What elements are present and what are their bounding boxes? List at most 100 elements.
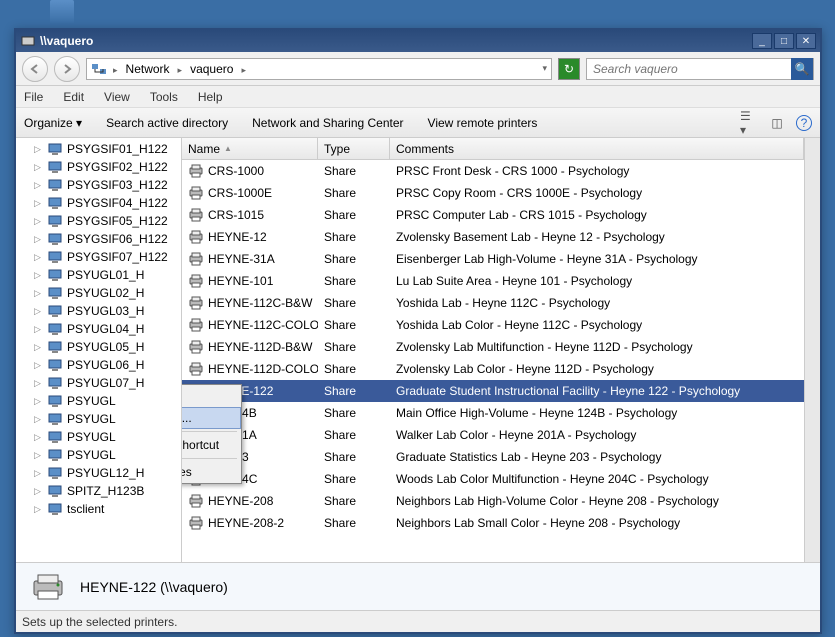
- tree-item[interactable]: ▷PSYUGL04_H: [18, 320, 179, 338]
- tree-item[interactable]: ▷PSYGSIF05_H122: [18, 212, 179, 230]
- menu-edit[interactable]: Edit: [63, 90, 84, 104]
- organize-button[interactable]: Organize ▾: [24, 116, 82, 130]
- search-active-directory-button[interactable]: Search active directory: [106, 116, 228, 130]
- minimize-button[interactable]: _: [752, 33, 772, 49]
- tree-item[interactable]: ▷PSYUGL02_H: [18, 284, 179, 302]
- printer-row[interactable]: NE-203ShareGraduate Statistics Lab - Hey…: [182, 446, 804, 468]
- list-body[interactable]: CRS-1000SharePRSC Front Desk - CRS 1000 …: [182, 160, 804, 562]
- col-header-name[interactable]: Name ▲: [182, 138, 318, 159]
- context-create-shortcut[interactable]: Create shortcut: [182, 434, 241, 456]
- printer-row[interactable]: CRS-1015SharePRSC Computer Lab - CRS 101…: [182, 204, 804, 226]
- row-type: Share: [324, 340, 356, 354]
- row-type: Share: [324, 494, 356, 508]
- tree-item-label: PSYGSIF06_H122: [67, 232, 168, 246]
- refresh-button[interactable]: ↻: [558, 58, 580, 80]
- row-comment: Neighbors Lab Small Color - Heyne 208 - …: [396, 516, 680, 530]
- tree-item[interactable]: ▷tsclient: [18, 500, 179, 518]
- printer-row[interactable]: HEYNE-31AShareEisenberger Lab High-Volum…: [182, 248, 804, 270]
- maximize-button[interactable]: □: [774, 33, 794, 49]
- printer-row[interactable]: HEYNE-101ShareLu Lab Suite Area - Heyne …: [182, 270, 804, 292]
- help-button[interactable]: ?: [796, 115, 812, 131]
- tree-item[interactable]: ▷PSYUGL: [18, 428, 179, 446]
- printer-row[interactable]: HEYNE-112D-COLORShareZvolensky Lab Color…: [182, 358, 804, 380]
- tree-item[interactable]: ▷PSYGSIF06_H122: [18, 230, 179, 248]
- menu-tools[interactable]: Tools: [150, 90, 178, 104]
- search-button[interactable]: 🔍: [791, 58, 813, 80]
- search-input[interactable]: [587, 62, 791, 76]
- printer-row[interactable]: HEYNE-112C-COLORShareYoshida Lab Color -…: [182, 314, 804, 336]
- titlebar[interactable]: \\vaquero _ □ ✕: [16, 30, 820, 52]
- printer-icon: [188, 493, 204, 509]
- printer-row[interactable]: HEYNE-208-2ShareNeighbors Lab Small Colo…: [182, 512, 804, 534]
- menu-file[interactable]: File: [24, 90, 43, 104]
- printer-row[interactable]: NE-201AShareWalker Lab Color - Heyne 201…: [182, 424, 804, 446]
- explorer-window: \\vaquero _ □ ✕ Network vaquero ▾ ↻: [14, 28, 822, 634]
- col-header-type[interactable]: Type: [318, 138, 390, 159]
- crumb-network[interactable]: Network: [124, 62, 172, 76]
- preview-pane-button[interactable]: ◫: [768, 114, 786, 132]
- dropdown-icon[interactable]: ▾: [542, 63, 547, 74]
- crumb-host[interactable]: vaquero: [188, 62, 235, 76]
- printer-row[interactable]: CRS-1000SharePRSC Front Desk - CRS 1000 …: [182, 160, 804, 182]
- computer-icon: [47, 160, 63, 174]
- printer-row[interactable]: HEYNE-208ShareNeighbors Lab High-Volume …: [182, 490, 804, 512]
- printer-row[interactable]: HEYNE-122ShareGraduate Student Instructi…: [182, 380, 804, 402]
- row-comment: Graduate Student Instructional Facility …: [396, 384, 740, 398]
- printer-row[interactable]: HEYNE-112C-B&WShareYoshida Lab - Heyne 1…: [182, 292, 804, 314]
- tree-item[interactable]: ▷PSYUGL05_H: [18, 338, 179, 356]
- nav-tree[interactable]: ▷PSYGSIF01_H122▷PSYGSIF02_H122▷PSYGSIF03…: [16, 138, 182, 562]
- row-name: HEYNE-112D-B&W: [208, 340, 312, 354]
- row-name: HEYNE-12: [208, 230, 267, 244]
- window-title: \\vaquero: [40, 34, 752, 48]
- computer-icon: [47, 286, 63, 300]
- computer-icon: [47, 322, 63, 336]
- search-bar: 🔍: [586, 58, 814, 80]
- computer-icon: [47, 376, 63, 390]
- tree-item-label: PSYGSIF04_H122: [67, 196, 168, 210]
- tree-item[interactable]: ▷PSYUGL: [18, 410, 179, 428]
- printer-row[interactable]: NE-124BShareMain Office High-Volume - He…: [182, 402, 804, 424]
- vertical-scrollbar[interactable]: [804, 138, 820, 562]
- tree-item[interactable]: ▷PSYGSIF07_H122: [18, 248, 179, 266]
- printer-row[interactable]: NE-204CShareWoods Lab Color Multifunctio…: [182, 468, 804, 490]
- view-remote-printers-button[interactable]: View remote printers: [428, 116, 538, 130]
- menu-help[interactable]: Help: [198, 90, 223, 104]
- close-button[interactable]: ✕: [796, 33, 816, 49]
- forward-button[interactable]: [54, 56, 80, 82]
- tree-item-label: PSYUGL06_H: [67, 358, 144, 372]
- printer-row[interactable]: CRS-1000ESharePRSC Copy Room - CRS 1000E…: [182, 182, 804, 204]
- printer-row[interactable]: HEYNE-12ShareZvolensky Basement Lab - He…: [182, 226, 804, 248]
- col-header-comments[interactable]: Comments: [390, 138, 804, 159]
- row-comment: Zvolensky Lab Multifunction - Heyne 112D…: [396, 340, 693, 354]
- row-name: HEYNE-112D-COLOR: [208, 362, 318, 376]
- context-connect[interactable]: Connect...: [182, 407, 241, 429]
- tree-item[interactable]: ▷PSYUGL01_H: [18, 266, 179, 284]
- status-bar: Sets up the selected printers.: [16, 610, 820, 632]
- context-open[interactable]: Open: [182, 385, 241, 407]
- tree-item[interactable]: ▷PSYUGL06_H: [18, 356, 179, 374]
- back-button[interactable]: [22, 56, 48, 82]
- menubar: File Edit View Tools Help: [16, 86, 820, 108]
- row-type: Share: [324, 450, 356, 464]
- tree-item-label: PSYUGL01_H: [67, 268, 144, 282]
- tree-item[interactable]: ▷SPITZ_H123B: [18, 482, 179, 500]
- tree-item[interactable]: ▷PSYGSIF04_H122: [18, 194, 179, 212]
- tree-item[interactable]: ▷PSYUGL07_H: [18, 374, 179, 392]
- computer-icon: [47, 178, 63, 192]
- tree-item[interactable]: ▷PSYGSIF03_H122: [18, 176, 179, 194]
- context-properties[interactable]: Properties: [182, 461, 241, 483]
- address-bar[interactable]: Network vaquero ▾: [86, 58, 552, 80]
- menu-view[interactable]: View: [104, 90, 130, 104]
- tree-item[interactable]: ▷PSYUGL03_H: [18, 302, 179, 320]
- tree-item[interactable]: ▷PSYUGL: [18, 446, 179, 464]
- tree-item[interactable]: ▷PSYGSIF01_H122: [18, 140, 179, 158]
- printer-row[interactable]: HEYNE-112D-B&W Share Zvolensky Lab Multifu…: [182, 336, 804, 358]
- tree-item[interactable]: ▷PSYUGL: [18, 392, 179, 410]
- list-header: Name ▲ Type Comments: [182, 138, 804, 160]
- tree-item[interactable]: ▷PSYUGL12_H: [18, 464, 179, 482]
- tree-item[interactable]: ▷PSYGSIF02_H122: [18, 158, 179, 176]
- forward-arrow-icon: [61, 63, 73, 75]
- network-sharing-center-button[interactable]: Network and Sharing Center: [252, 116, 403, 130]
- row-type: Share: [324, 164, 356, 178]
- view-mode-button[interactable]: ☰ ▾: [740, 114, 758, 132]
